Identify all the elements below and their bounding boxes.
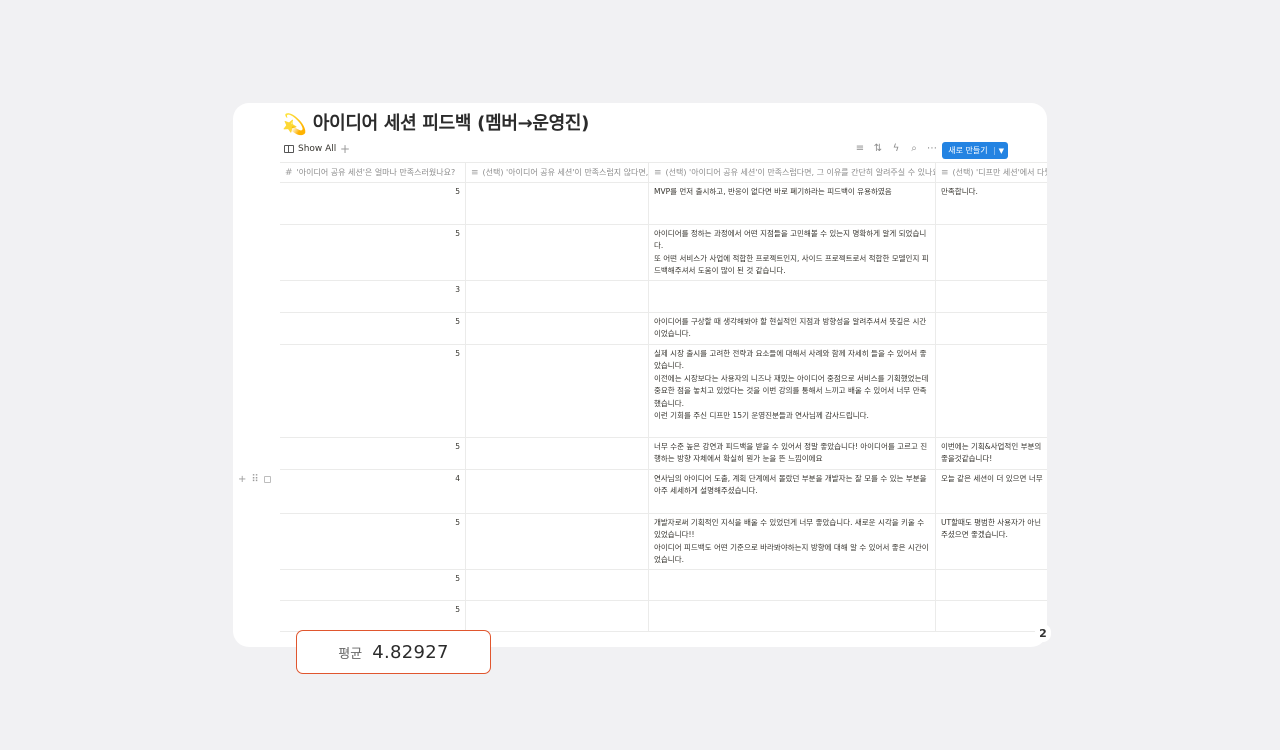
column-header-label: (선택) '아이디어 공유 세션'이 만족스럽지 않다면, 그 이유를 간단히 … [482, 168, 649, 177]
add-row-icon[interactable]: + [238, 474, 246, 485]
table-row[interactable]: 4 연사님의 아이디어 도출, 계획 단계에서 몰랐던 부분을 개발자는 잘 모… [280, 470, 1047, 514]
cell-topic[interactable]: 이번에는 기획&사업적인 부분의 좋을것같습니다! [936, 438, 1047, 469]
text-property-icon: ≡ [941, 167, 949, 178]
table-row[interactable]: 5 [280, 570, 1047, 601]
row-select-checkbox[interactable] [263, 476, 271, 483]
chevron-down-icon[interactable]: ▼ [993, 146, 1004, 155]
average-label: 평균 [338, 646, 363, 662]
cell-topic[interactable]: UT할때도 평범한 사용자가 아닌 주셨으면 좋겠습니다. [936, 514, 1047, 569]
column-header-label: '아이디어 공유 세션'은 얼마나 만족스러웠나요? [296, 168, 456, 177]
more-options-icon[interactable]: ⋯ [927, 143, 937, 154]
column-header-score[interactable]: # '아이디어 공유 세션'은 얼마나 만족스러웠나요? [280, 163, 466, 182]
cell-score[interactable]: 5 [280, 514, 466, 569]
database-card: 💫 아이디어 세션 피드백 (멤버→운영진) Show All + ≡ ⇅ ϟ … [233, 103, 1047, 647]
search-icon[interactable]: ⌕ [909, 143, 919, 154]
database-table: # '아이디어 공유 세션'은 얼마나 만족스러웠나요? ≡ (선택) '아이디… [280, 162, 1047, 632]
cell-topic[interactable]: 만족합니다. [936, 183, 1047, 224]
cell-unsatisfied-reason[interactable] [466, 281, 649, 312]
cell-topic[interactable] [936, 570, 1047, 600]
cell-satisfied-reason[interactable] [649, 570, 936, 600]
cell-score[interactable]: 5 [280, 345, 466, 437]
cell-unsatisfied-reason[interactable] [466, 183, 649, 224]
cell-topic[interactable] [936, 345, 1047, 437]
cell-score[interactable]: 5 [280, 601, 466, 631]
view-tab-label: Show All [298, 144, 337, 154]
cell-score[interactable]: 5 [280, 225, 466, 280]
cell-topic[interactable] [936, 281, 1047, 312]
new-button-label: 새로 만들기 [948, 146, 988, 155]
cell-score[interactable]: 5 [280, 570, 466, 600]
table-row[interactable]: 5 MVP를 먼저 출시하고, 반응이 없다면 바로 폐기하라는 피드백이 유용… [280, 183, 1047, 225]
average-value: 4.82927 [372, 641, 449, 663]
number-property-icon: # [285, 167, 293, 178]
cell-unsatisfied-reason[interactable] [466, 514, 649, 569]
cell-satisfied-reason[interactable] [649, 601, 936, 631]
database-toolbar: Show All + ≡ ⇅ ϟ ⌕ ⋯ 새로 만들기 ▼ [280, 142, 1047, 164]
automation-icon[interactable]: ϟ [891, 143, 901, 154]
table-row[interactable]: 5 너무 수준 높은 강연과 피드백을 받을 수 있어서 정말 좋았습니다! 아… [280, 438, 1047, 470]
table-row[interactable]: 5 아이디어를 구상할 때 생각해봐야 할 현실적인 지점과 방향성을 알려주셔… [280, 313, 1047, 345]
cell-score[interactable]: 5 [280, 183, 466, 224]
cell-topic[interactable]: 오늘 같은 세션이 더 있으면 너무 [936, 470, 1047, 513]
cell-score[interactable]: 3 [280, 281, 466, 312]
row-hover-controls: + ⠿ [238, 474, 271, 485]
column-header-label: (선택) '아이디어 공유 세션'이 만족스럽다면, 그 이유를 간단히 알려주… [665, 168, 936, 177]
column-header-topic[interactable]: ≡ (선택) '디프만 세션'에서 다뤘으면 하는 주제가 있나요? [936, 163, 1047, 182]
drag-handle-icon[interactable]: ⠿ [251, 474, 258, 485]
cell-unsatisfied-reason[interactable] [466, 601, 649, 631]
cell-satisfied-reason[interactable]: MVP를 먼저 출시하고, 반응이 없다면 바로 폐기하라는 피드백이 유용하였… [649, 183, 936, 224]
cell-unsatisfied-reason[interactable] [466, 470, 649, 513]
text-property-icon: ≡ [471, 167, 479, 178]
table-view-icon [284, 145, 294, 153]
cell-unsatisfied-reason[interactable] [466, 570, 649, 600]
page-title[interactable]: 아이디어 세션 피드백 (멤버→운영진) [313, 112, 589, 136]
cell-unsatisfied-reason[interactable] [466, 345, 649, 437]
page-emoji-icon[interactable]: 💫 [282, 112, 307, 136]
cell-score[interactable]: 4 [280, 470, 466, 513]
sort-icon[interactable]: ⇅ [873, 143, 883, 154]
cell-unsatisfied-reason[interactable] [466, 438, 649, 469]
table-row[interactable]: 5 아이디어를 정하는 과정에서 어떤 지점들을 고민해볼 수 있는지 명확하게… [280, 225, 1047, 281]
cell-score[interactable]: 5 [280, 438, 466, 469]
view-tab-show-all[interactable]: Show All [284, 144, 336, 154]
average-summary: 평균 4.82927 [296, 630, 491, 674]
page-indicator: 2 [1035, 624, 1051, 642]
table-row[interactable]: 3 [280, 281, 1047, 313]
text-property-icon: ≡ [654, 167, 662, 178]
column-header-satisfied-reason[interactable]: ≡ (선택) '아이디어 공유 세션'이 만족스럽다면, 그 이유를 간단히 알… [649, 163, 936, 182]
table-row[interactable]: 5 실제 시장 출시를 고려한 전략과 요소들에 대해서 사례와 함께 자세히 … [280, 345, 1047, 438]
cell-unsatisfied-reason[interactable] [466, 313, 649, 344]
page-header: 💫 아이디어 세션 피드백 (멤버→운영진) [282, 112, 589, 136]
column-header-label: (선택) '디프만 세션'에서 다뤘으면 하는 주제가 있나요? [952, 168, 1047, 177]
cell-satisfied-reason[interactable]: 아이디어를 정하는 과정에서 어떤 지점들을 고민해볼 수 있는지 명확하게 알… [649, 225, 936, 280]
cell-topic[interactable] [936, 601, 1047, 631]
column-header-unsatisfied-reason[interactable]: ≡ (선택) '아이디어 공유 세션'이 만족스럽지 않다면, 그 이유를 간단… [466, 163, 649, 182]
table-row[interactable]: 5 개발자로써 기획적인 지식을 배울 수 있었던게 너무 좋았습니다. 새로운… [280, 514, 1047, 570]
cell-satisfied-reason[interactable]: 아이디어를 구상할 때 생각해봐야 할 현실적인 지점과 방향성을 알려주셔서 … [649, 313, 936, 344]
cell-satisfied-reason[interactable]: 너무 수준 높은 강연과 피드백을 받을 수 있어서 정말 좋았습니다! 아이디… [649, 438, 936, 469]
cell-satisfied-reason[interactable]: 실제 시장 출시를 고려한 전략과 요소들에 대해서 사례와 함께 자세히 들을… [649, 345, 936, 437]
filter-icon[interactable]: ≡ [855, 143, 865, 154]
cell-topic[interactable] [936, 225, 1047, 280]
cell-unsatisfied-reason[interactable] [466, 225, 649, 280]
new-button[interactable]: 새로 만들기 ▼ [942, 142, 1008, 159]
add-view-button[interactable]: + [340, 142, 350, 156]
table-header: # '아이디어 공유 세션'은 얼마나 만족스러웠나요? ≡ (선택) '아이디… [280, 162, 1047, 183]
cell-score[interactable]: 5 [280, 313, 466, 344]
cell-satisfied-reason[interactable]: 연사님의 아이디어 도출, 계획 단계에서 몰랐던 부분을 개발자는 잘 모를 … [649, 470, 936, 513]
cell-topic[interactable] [936, 313, 1047, 344]
cell-satisfied-reason[interactable] [649, 281, 936, 312]
table-row[interactable]: 5 [280, 601, 1047, 632]
toolbar-actions: ≡ ⇅ ϟ ⌕ ⋯ [855, 143, 937, 154]
cell-satisfied-reason[interactable]: 개발자로써 기획적인 지식을 배울 수 있었던게 너무 좋았습니다. 새로운 시… [649, 514, 936, 569]
